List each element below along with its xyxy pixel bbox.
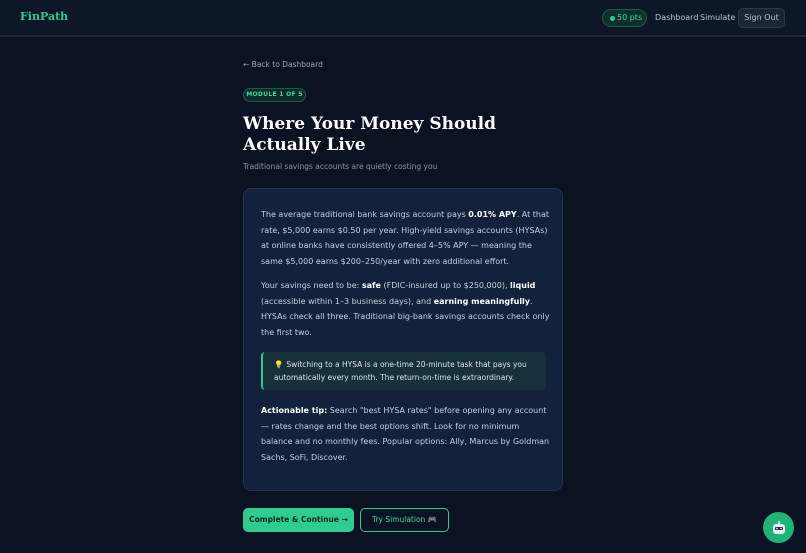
try-simulation-button[interactable]: Try Simulation 🎮 <box>360 508 449 532</box>
text-span: (FDIC-insured up to $250,000), <box>380 281 511 290</box>
robot-icon <box>772 520 785 534</box>
module-progress-badge: MODULE 1 OF 5 <box>243 88 306 102</box>
lesson-paragraph-3: Actionable tip: Search "best HYSA rates"… <box>261 403 551 465</box>
lesson-paragraph-1: The average traditional bank savings acc… <box>261 207 551 269</box>
text-span: Your savings need to be: <box>261 281 362 290</box>
nav-link-simulate[interactable]: Simulate <box>700 13 735 22</box>
lesson-paragraph-2: Your savings need to be: safe (FDIC-insu… <box>261 278 551 340</box>
lesson-content-card: The average traditional bank savings acc… <box>243 188 563 491</box>
page-title: Where Your Money Should Actually Live <box>243 114 496 155</box>
emphasis-safe: safe <box>361 281 381 290</box>
emphasis-liquid: liquid <box>510 281 536 290</box>
app-logo[interactable]: FinPath <box>20 10 68 23</box>
chat-assistant-button[interactable] <box>763 512 794 543</box>
lightbulb-icon: 💡 <box>274 360 284 369</box>
status-dot-icon <box>610 16 615 21</box>
text-span: The average traditional bank savings acc… <box>261 210 469 219</box>
sign-out-button[interactable]: Sign Out <box>738 8 785 28</box>
back-to-dashboard-link[interactable]: ← Back to Dashboard <box>243 60 323 69</box>
top-nav-bar: FinPath 50 pts Dashboard Simulate Sign O… <box>0 0 806 37</box>
text-span: (accessible within 1–3 business days), a… <box>261 296 434 306</box>
points-label: 50 pts <box>617 13 643 22</box>
actionable-tip-label: Actionable tip: <box>261 406 328 415</box>
emphasis-earning: earning meaningfully <box>433 296 531 306</box>
emphasis-apy: 0.01% APY <box>468 210 517 219</box>
callout-body: Switching to a HYSA is a one-time 20-min… <box>274 360 527 382</box>
complete-continue-button[interactable]: Complete & Continue → <box>243 508 354 532</box>
tip-callout: 💡 Switching to a HYSA is a one-time 20-mi… <box>261 352 546 390</box>
nav-link-dashboard[interactable]: Dashboard <box>655 13 698 22</box>
points-badge: 50 pts <box>602 9 647 27</box>
callout-text: 💡 Switching to a HYSA is a one-time 20-mi… <box>274 358 542 384</box>
page-subtitle: Traditional savings accounts are quietly… <box>243 162 438 171</box>
